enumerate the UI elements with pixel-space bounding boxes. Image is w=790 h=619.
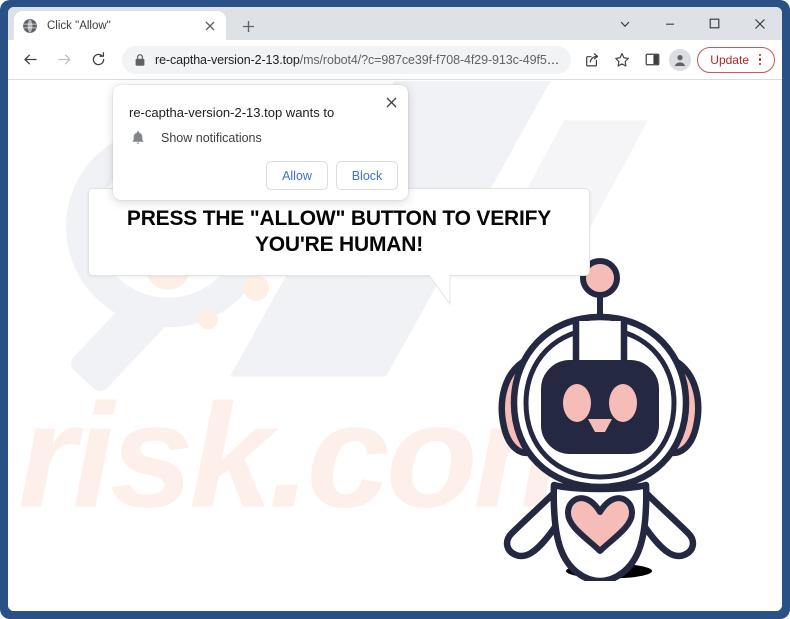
close-icon[interactable] [737, 7, 782, 40]
url-path: /ms/robot4/?c=987ce39f-f708-4f29-913c-49… [299, 52, 560, 67]
window-controls [602, 7, 782, 40]
tab-strip: Click "Allow" [8, 7, 782, 40]
update-button[interactable]: Update [697, 46, 775, 73]
tab-close-icon[interactable] [202, 18, 218, 34]
share-icon[interactable] [579, 47, 605, 73]
reload-button[interactable] [84, 46, 112, 74]
bell-icon [132, 131, 144, 144]
minimize-icon[interactable] [647, 7, 692, 40]
speech-bubble: PRESS THE "ALLOW" BUTTON TO VERIFY YOU'R… [88, 188, 590, 276]
tab-title: Click "Allow" [47, 19, 111, 32]
chevron-down-icon[interactable] [602, 7, 647, 40]
globe-icon [22, 18, 38, 33]
robot-mascot [498, 258, 702, 581]
browser-window-frame: Click "Allow" re-captha-version-2-13.top… [0, 0, 790, 619]
browser-window: Click "Allow" re-captha-version-2-13.top… [8, 7, 782, 611]
back-button[interactable] [16, 46, 44, 74]
forward-button[interactable] [50, 46, 78, 74]
lock-icon [135, 53, 145, 66]
maximize-icon[interactable] [692, 7, 737, 40]
three-dots-vertical-icon[interactable] [752, 53, 768, 66]
speech-bubble-text: PRESS THE "ALLOW" BUTTON TO VERIFY YOU'R… [126, 207, 552, 256]
speech-bubble-tail [428, 274, 472, 306]
url-host: re-captha-version-2-13.top [155, 52, 300, 67]
browser-tab[interactable]: Click "Allow" [14, 11, 226, 40]
notification-permission-dialog: re-captha-version-2-13.top wants to Show… [113, 85, 408, 200]
address-bar-url: re-captha-version-2-13.top/ms/robot4/?c=… [155, 53, 559, 67]
update-button-label: Update [710, 52, 749, 67]
star-icon[interactable] [609, 47, 635, 73]
dialog-permission-row: Show notifications [131, 130, 262, 146]
allow-button[interactable]: Allow [266, 161, 328, 190]
address-bar[interactable]: re-captha-version-2-13.top/ms/robot4/?c=… [122, 45, 572, 74]
new-tab-button[interactable] [236, 14, 260, 38]
dialog-title: re-captha-version-2-13.top wants to [129, 105, 335, 120]
browser-toolbar: re-captha-version-2-13.top/ms/robot4/?c=… [8, 40, 782, 80]
dialog-actions: Allow Block [266, 161, 398, 190]
dialog-option-label: Show notifications [161, 131, 262, 145]
dialog-close-icon[interactable] [380, 91, 402, 113]
side-panel-icon[interactable] [639, 47, 665, 73]
profile-avatar[interactable] [669, 48, 692, 71]
block-button[interactable]: Block [336, 161, 398, 190]
